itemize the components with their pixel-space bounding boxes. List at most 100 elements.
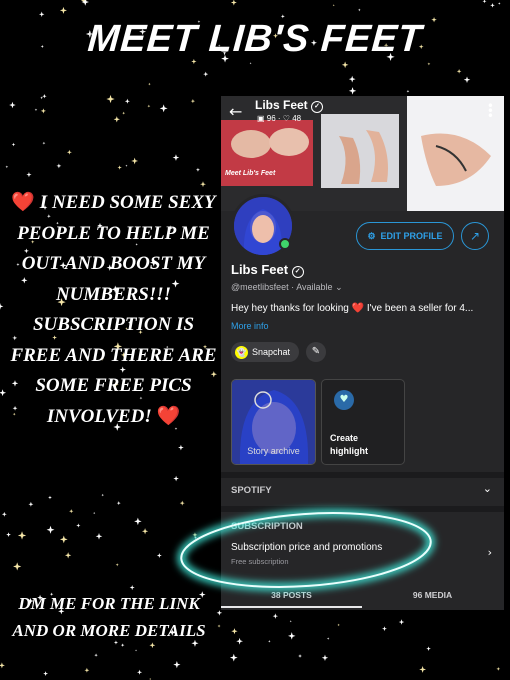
sparkle-star bbox=[173, 475, 179, 482]
sparkle-star bbox=[115, 563, 119, 567]
sparkle-star bbox=[17, 531, 27, 540]
sparkle-star bbox=[56, 163, 62, 169]
sparkle-star bbox=[249, 62, 252, 65]
sparkle-star bbox=[348, 75, 356, 83]
bio-text: Hey hey thanks for looking ❤️ I've been … bbox=[231, 303, 474, 314]
spotify-section-title[interactable]: SPOTIFY bbox=[231, 485, 272, 496]
sparkle-star bbox=[203, 71, 209, 77]
chevron-right-icon[interactable]: › bbox=[488, 546, 492, 559]
heart-icon-end: ❤️ bbox=[156, 405, 181, 427]
sparkle-star bbox=[59, 6, 67, 14]
sparkle-star bbox=[28, 501, 34, 507]
sparkle-star bbox=[192, 532, 198, 538]
sparkle-star bbox=[190, 98, 196, 104]
sparkle-star bbox=[337, 623, 340, 627]
sparkle-star bbox=[172, 154, 180, 161]
sparkle-star bbox=[117, 165, 122, 170]
sparkle-star bbox=[38, 11, 45, 17]
sparkle-star bbox=[94, 653, 98, 657]
sparkle-star bbox=[231, 628, 238, 635]
edit-profile-button[interactable]: ⚙ EDIT PROFILE bbox=[356, 222, 454, 250]
subscription-row-subtitle: Free subscription bbox=[231, 557, 289, 566]
sparkle-star bbox=[178, 444, 184, 451]
cover-caption: Meet Lib's Feet bbox=[225, 170, 276, 177]
sparkle-star bbox=[141, 528, 149, 535]
sparkle-star bbox=[173, 661, 181, 669]
sparkle-star bbox=[194, 536, 198, 540]
sparkle-star bbox=[42, 141, 46, 145]
sparkle-star bbox=[288, 632, 296, 640]
online-status-dot bbox=[279, 238, 291, 250]
subscription-section-title: SUBSCRIPTION bbox=[231, 521, 303, 532]
sparkle-star bbox=[13, 562, 22, 571]
sparkle-star bbox=[101, 493, 105, 497]
more-info-link[interactable]: More info bbox=[231, 321, 269, 331]
sparkle-star bbox=[84, 667, 90, 673]
sparkle-star bbox=[298, 654, 302, 658]
more-options-icon[interactable]: • • • bbox=[487, 100, 494, 122]
sparkle-star bbox=[216, 610, 223, 616]
display-name: Libs Feet ✓ bbox=[231, 262, 304, 278]
sparkle-star bbox=[93, 511, 96, 515]
sparkle-star bbox=[179, 500, 185, 506]
tab-posts[interactable]: 38 POSTS bbox=[221, 590, 362, 600]
section-divider bbox=[221, 472, 504, 478]
sparkle-star bbox=[156, 553, 162, 558]
sparkle-star bbox=[135, 649, 138, 652]
sparkle-star bbox=[398, 619, 405, 625]
heart-icon: ❤️ bbox=[11, 192, 36, 213]
header-stats: ▣ 96 · ♡ 48 bbox=[257, 114, 302, 123]
handle-row: @meetlibsfeet · Available ⌄ bbox=[231, 282, 343, 292]
sparkle-star bbox=[113, 116, 120, 123]
snapchat-icon: 👻 bbox=[235, 345, 248, 359]
sparkle-star bbox=[0, 303, 4, 310]
sparkle-star bbox=[5, 165, 9, 169]
sparkle-star bbox=[463, 76, 471, 84]
sparkle-star bbox=[268, 640, 271, 643]
sparkle-star bbox=[490, 2, 495, 8]
sparkle-star bbox=[137, 669, 143, 675]
sparkle-star bbox=[106, 94, 115, 104]
sparkle-star bbox=[43, 671, 49, 677]
create-highlight-card[interactable]: ♥ Create highlight bbox=[321, 379, 405, 465]
sparkle-star bbox=[66, 149, 72, 155]
sparkle-star bbox=[326, 637, 330, 640]
sparkle-star bbox=[427, 62, 431, 66]
status-dropdown[interactable]: Available bbox=[296, 282, 332, 292]
sparkle-star bbox=[482, 0, 487, 4]
sparkle-star bbox=[34, 108, 38, 112]
share-button[interactable]: ↗ bbox=[461, 222, 489, 250]
sparkle-star bbox=[1, 511, 7, 517]
sparkle-star bbox=[76, 523, 81, 528]
sparkle-star bbox=[131, 157, 139, 165]
subscription-row-title[interactable]: Subscription price and promotions bbox=[231, 542, 382, 553]
sparkle-star bbox=[6, 532, 11, 537]
left-message-text: I NEED SOME SEXY PEOPLE TO HELP ME OUT A… bbox=[10, 192, 217, 427]
sparkle-star bbox=[48, 495, 52, 500]
gear-icon: ⚙ bbox=[367, 230, 376, 241]
sparkle-star bbox=[40, 108, 46, 114]
edit-pencil-icon[interactable]: ✎ bbox=[306, 342, 326, 362]
story-archive-label: Story archive bbox=[247, 446, 300, 456]
back-arrow-icon[interactable]: ← bbox=[229, 102, 242, 121]
sparkle-star bbox=[357, 8, 361, 12]
sparkle-star bbox=[406, 89, 410, 93]
sparkle-star bbox=[497, 2, 501, 5]
story-archive-card[interactable]: Story archive bbox=[231, 379, 316, 465]
tab-media[interactable]: 96 MEDIA bbox=[362, 590, 503, 600]
sparkle-star bbox=[122, 111, 126, 115]
snapchat-button[interactable]: 👻 Snapchat bbox=[231, 342, 299, 362]
sparkle-star bbox=[382, 626, 387, 632]
sparkle-star bbox=[46, 525, 55, 534]
sparkle-star bbox=[69, 509, 74, 514]
sparkle-star bbox=[230, 0, 237, 6]
chevron-down-icon-spotify[interactable]: ⌄ bbox=[483, 482, 492, 495]
sparkle-star bbox=[134, 517, 142, 526]
active-tab-indicator bbox=[221, 606, 362, 608]
sparkle-star bbox=[95, 533, 103, 540]
headline: MEET LIB'S FEET bbox=[86, 18, 424, 60]
sparkle-star bbox=[348, 87, 357, 95]
sparkle-star bbox=[26, 172, 32, 178]
sparkle-star bbox=[289, 620, 292, 623]
dm-message: DM ME FOR THE LINK AND OR MORE DETAILS bbox=[12, 594, 206, 640]
